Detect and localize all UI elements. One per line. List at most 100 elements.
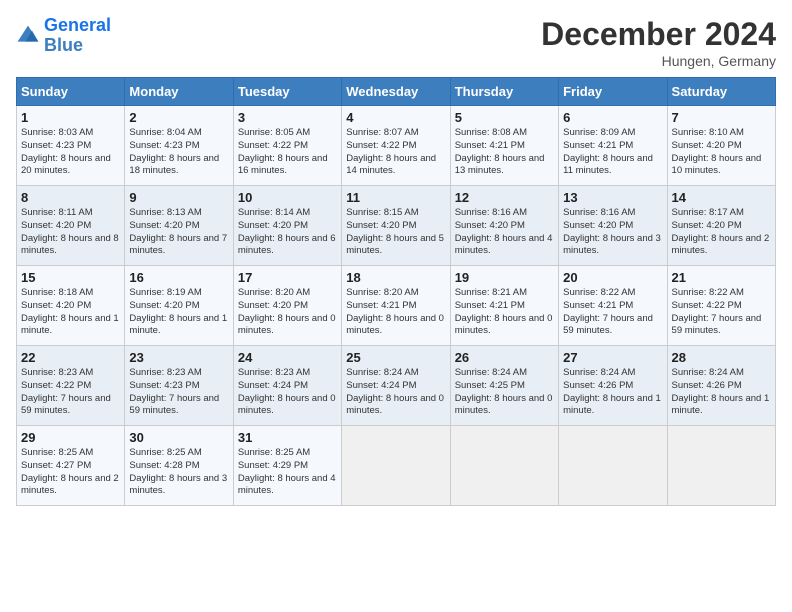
day-number: 13 (563, 190, 662, 205)
day-number: 5 (455, 110, 554, 125)
calendar-cell: 14 Sunrise: 8:17 AM Sunset: 4:20 PM Dayl… (667, 186, 775, 266)
calendar-cell: 13 Sunrise: 8:16 AM Sunset: 4:20 PM Dayl… (559, 186, 667, 266)
logo-icon (16, 24, 40, 48)
day-number: 25 (346, 350, 445, 365)
calendar-cell: 3 Sunrise: 8:05 AM Sunset: 4:22 PM Dayli… (233, 106, 341, 186)
cell-info: Sunrise: 8:25 AM Sunset: 4:27 PM Dayligh… (21, 447, 120, 498)
day-number: 17 (238, 270, 337, 285)
calendar-cell: 23 Sunrise: 8:23 AM Sunset: 4:23 PM Dayl… (125, 346, 233, 426)
logo-text: General Blue (44, 16, 111, 56)
day-number: 21 (672, 270, 771, 285)
calendar-cell: 11 Sunrise: 8:15 AM Sunset: 4:20 PM Dayl… (342, 186, 450, 266)
logo: General Blue (16, 16, 111, 56)
calendar-cell: 1 Sunrise: 8:03 AM Sunset: 4:23 PM Dayli… (17, 106, 125, 186)
day-number: 4 (346, 110, 445, 125)
logo-line2: Blue (44, 35, 83, 55)
calendar-cell: 8 Sunrise: 8:11 AM Sunset: 4:20 PM Dayli… (17, 186, 125, 266)
cell-info: Sunrise: 8:25 AM Sunset: 4:28 PM Dayligh… (129, 447, 228, 498)
day-number: 15 (21, 270, 120, 285)
day-number: 6 (563, 110, 662, 125)
calendar-cell: 16 Sunrise: 8:19 AM Sunset: 4:20 PM Dayl… (125, 266, 233, 346)
day-number: 24 (238, 350, 337, 365)
cell-info: Sunrise: 8:23 AM Sunset: 4:24 PM Dayligh… (238, 367, 337, 418)
cell-info: Sunrise: 8:22 AM Sunset: 4:21 PM Dayligh… (563, 287, 662, 338)
day-number: 11 (346, 190, 445, 205)
day-number: 23 (129, 350, 228, 365)
cell-info: Sunrise: 8:05 AM Sunset: 4:22 PM Dayligh… (238, 127, 337, 178)
day-number: 3 (238, 110, 337, 125)
calendar-week-2: 8 Sunrise: 8:11 AM Sunset: 4:20 PM Dayli… (17, 186, 776, 266)
cell-info: Sunrise: 8:14 AM Sunset: 4:20 PM Dayligh… (238, 207, 337, 258)
cell-info: Sunrise: 8:17 AM Sunset: 4:20 PM Dayligh… (672, 207, 771, 258)
calendar-table: SundayMondayTuesdayWednesdayThursdayFrid… (16, 77, 776, 506)
calendar-cell (667, 426, 775, 506)
day-header-thursday: Thursday (450, 78, 558, 106)
cell-info: Sunrise: 8:19 AM Sunset: 4:20 PM Dayligh… (129, 287, 228, 338)
calendar-cell: 25 Sunrise: 8:24 AM Sunset: 4:24 PM Dayl… (342, 346, 450, 426)
cell-info: Sunrise: 8:04 AM Sunset: 4:23 PM Dayligh… (129, 127, 228, 178)
calendar-cell: 15 Sunrise: 8:18 AM Sunset: 4:20 PM Dayl… (17, 266, 125, 346)
cell-info: Sunrise: 8:24 AM Sunset: 4:25 PM Dayligh… (455, 367, 554, 418)
calendar-cell: 7 Sunrise: 8:10 AM Sunset: 4:20 PM Dayli… (667, 106, 775, 186)
day-header-monday: Monday (125, 78, 233, 106)
calendar-cell: 26 Sunrise: 8:24 AM Sunset: 4:25 PM Dayl… (450, 346, 558, 426)
day-header-saturday: Saturday (667, 78, 775, 106)
cell-info: Sunrise: 8:23 AM Sunset: 4:22 PM Dayligh… (21, 367, 120, 418)
calendar-body: 1 Sunrise: 8:03 AM Sunset: 4:23 PM Dayli… (17, 106, 776, 506)
day-number: 1 (21, 110, 120, 125)
day-number: 12 (455, 190, 554, 205)
calendar-cell: 5 Sunrise: 8:08 AM Sunset: 4:21 PM Dayli… (450, 106, 558, 186)
day-header-friday: Friday (559, 78, 667, 106)
cell-info: Sunrise: 8:25 AM Sunset: 4:29 PM Dayligh… (238, 447, 337, 498)
calendar-cell: 18 Sunrise: 8:20 AM Sunset: 4:21 PM Dayl… (342, 266, 450, 346)
cell-info: Sunrise: 8:20 AM Sunset: 4:20 PM Dayligh… (238, 287, 337, 338)
calendar-week-4: 22 Sunrise: 8:23 AM Sunset: 4:22 PM Dayl… (17, 346, 776, 426)
title-block: December 2024 Hungen, Germany (541, 16, 776, 69)
day-header-sunday: Sunday (17, 78, 125, 106)
calendar-cell (342, 426, 450, 506)
calendar-cell: 19 Sunrise: 8:21 AM Sunset: 4:21 PM Dayl… (450, 266, 558, 346)
day-number: 9 (129, 190, 228, 205)
day-number: 26 (455, 350, 554, 365)
cell-info: Sunrise: 8:20 AM Sunset: 4:21 PM Dayligh… (346, 287, 445, 338)
cell-info: Sunrise: 8:10 AM Sunset: 4:20 PM Dayligh… (672, 127, 771, 178)
cell-info: Sunrise: 8:03 AM Sunset: 4:23 PM Dayligh… (21, 127, 120, 178)
day-number: 27 (563, 350, 662, 365)
calendar-week-5: 29 Sunrise: 8:25 AM Sunset: 4:27 PM Dayl… (17, 426, 776, 506)
day-number: 8 (21, 190, 120, 205)
calendar-cell: 10 Sunrise: 8:14 AM Sunset: 4:20 PM Dayl… (233, 186, 341, 266)
calendar-cell: 24 Sunrise: 8:23 AM Sunset: 4:24 PM Dayl… (233, 346, 341, 426)
day-number: 22 (21, 350, 120, 365)
cell-info: Sunrise: 8:16 AM Sunset: 4:20 PM Dayligh… (563, 207, 662, 258)
day-number: 20 (563, 270, 662, 285)
day-number: 7 (672, 110, 771, 125)
calendar-cell (450, 426, 558, 506)
calendar-cell: 9 Sunrise: 8:13 AM Sunset: 4:20 PM Dayli… (125, 186, 233, 266)
cell-info: Sunrise: 8:08 AM Sunset: 4:21 PM Dayligh… (455, 127, 554, 178)
logo-line1: General (44, 15, 111, 35)
day-number: 30 (129, 430, 228, 445)
cell-info: Sunrise: 8:07 AM Sunset: 4:22 PM Dayligh… (346, 127, 445, 178)
day-number: 31 (238, 430, 337, 445)
cell-info: Sunrise: 8:16 AM Sunset: 4:20 PM Dayligh… (455, 207, 554, 258)
calendar-cell: 21 Sunrise: 8:22 AM Sunset: 4:22 PM Dayl… (667, 266, 775, 346)
cell-info: Sunrise: 8:24 AM Sunset: 4:24 PM Dayligh… (346, 367, 445, 418)
cell-info: Sunrise: 8:18 AM Sunset: 4:20 PM Dayligh… (21, 287, 120, 338)
cell-info: Sunrise: 8:24 AM Sunset: 4:26 PM Dayligh… (563, 367, 662, 418)
day-header-tuesday: Tuesday (233, 78, 341, 106)
location: Hungen, Germany (541, 53, 776, 69)
day-number: 10 (238, 190, 337, 205)
calendar-header-row: SundayMondayTuesdayWednesdayThursdayFrid… (17, 78, 776, 106)
calendar-week-1: 1 Sunrise: 8:03 AM Sunset: 4:23 PM Dayli… (17, 106, 776, 186)
day-number: 18 (346, 270, 445, 285)
calendar-cell: 28 Sunrise: 8:24 AM Sunset: 4:26 PM Dayl… (667, 346, 775, 426)
calendar-cell (559, 426, 667, 506)
calendar-cell: 4 Sunrise: 8:07 AM Sunset: 4:22 PM Dayli… (342, 106, 450, 186)
cell-info: Sunrise: 8:23 AM Sunset: 4:23 PM Dayligh… (129, 367, 228, 418)
day-number: 2 (129, 110, 228, 125)
calendar-cell: 29 Sunrise: 8:25 AM Sunset: 4:27 PM Dayl… (17, 426, 125, 506)
cell-info: Sunrise: 8:21 AM Sunset: 4:21 PM Dayligh… (455, 287, 554, 338)
calendar-week-3: 15 Sunrise: 8:18 AM Sunset: 4:20 PM Dayl… (17, 266, 776, 346)
calendar-cell: 20 Sunrise: 8:22 AM Sunset: 4:21 PM Dayl… (559, 266, 667, 346)
calendar-cell: 30 Sunrise: 8:25 AM Sunset: 4:28 PM Dayl… (125, 426, 233, 506)
